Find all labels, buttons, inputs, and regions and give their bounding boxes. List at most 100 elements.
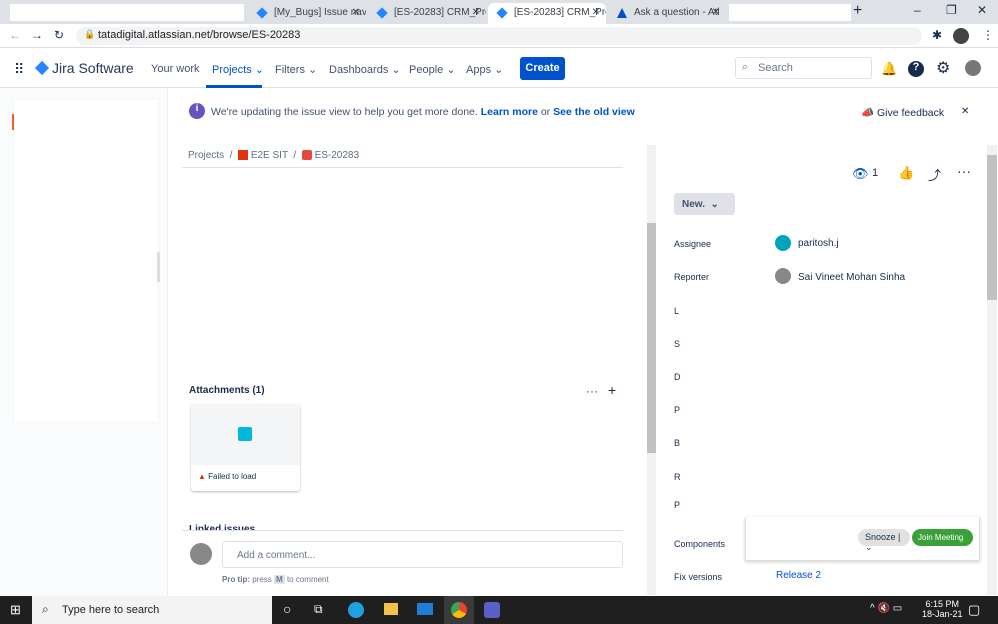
main-scrollbar[interactable]: [647, 145, 656, 595]
tab-ask-question[interactable]: Ask a question - Atl ✕: [608, 3, 726, 24]
create-button[interactable]: Create: [520, 57, 565, 80]
tab-es-20283-active[interactable]: [ES-20283] CRM_Pro ✕: [488, 3, 606, 24]
extensions-icon[interactable]: ✱: [932, 28, 942, 42]
app-switcher-icon[interactable]: ⠿: [14, 61, 24, 78]
add-attachment-icon[interactable]: +: [608, 382, 616, 398]
nav-filters[interactable]: Filters ⌄: [275, 63, 317, 76]
close-window-button[interactable]: ✕: [977, 3, 987, 17]
windows-start-icon[interactable]: ⊞: [10, 602, 21, 618]
breadcrumb: Projects / E2E SIT / ES-20283: [188, 150, 360, 161]
tab-my-bugs[interactable]: [My_Bugs] Issue nav ✕: [248, 3, 366, 24]
comment-input[interactable]: Add a comment...: [222, 541, 623, 568]
edge-icon[interactable]: [348, 602, 364, 618]
menu-icon[interactable]: ⋮: [982, 28, 994, 42]
breadcrumb-project[interactable]: E2E SIT: [251, 150, 288, 161]
sidebar-resize-handle[interactable]: [157, 252, 160, 282]
close-icon[interactable]: ✕: [352, 7, 360, 18]
nav-people[interactable]: People ⌄: [409, 63, 456, 76]
project-icon: [238, 150, 249, 161]
search-input[interactable]: ⌕ Search: [735, 57, 872, 79]
chrome-icon: [451, 602, 467, 618]
avatar[interactable]: [965, 60, 981, 76]
teams-notification-popup: Snooze | ⌄ Join Meeting: [745, 517, 980, 561]
profile-icon[interactable]: [953, 28, 969, 44]
assignee-label: Assignee: [674, 239, 712, 249]
blank-tab[interactable]: [729, 4, 851, 21]
file-icon: [238, 427, 252, 441]
field-label: S: [674, 339, 681, 349]
cortana-icon[interactable]: ○: [283, 601, 291, 617]
breadcrumb-issue[interactable]: ES-20283: [315, 150, 359, 161]
reload-icon[interactable]: ↻: [54, 28, 64, 42]
url-input[interactable]: 🔒 tatadigital.atlassian.net/browse/ES-202…: [76, 27, 922, 45]
more-actions-icon[interactable]: ···: [957, 163, 971, 179]
sidebar-panel: [12, 100, 158, 422]
field-label: B: [674, 438, 681, 448]
warning-icon: ▲: [198, 472, 206, 481]
field-label: R: [674, 472, 681, 482]
close-icon[interactable]: ✕: [592, 7, 600, 18]
tray-icons[interactable]: ^ 🔇 ▭: [870, 603, 902, 614]
megaphone-icon: 📣: [861, 107, 875, 119]
minimize-button[interactable]: –: [914, 3, 921, 17]
fix-version-value[interactable]: Release 2: [776, 570, 821, 581]
nav-projects[interactable]: Projects ⌄: [212, 63, 264, 76]
status-dropdown[interactable]: New. ⌄: [674, 193, 735, 215]
jira-icon: [496, 7, 508, 19]
jira-icon: [376, 7, 388, 19]
old-view-link[interactable]: See the old view: [553, 106, 635, 118]
fix-versions-label: Fix versions: [674, 572, 723, 582]
field-label: L: [674, 306, 680, 316]
close-icon[interactable]: ✕: [712, 7, 720, 18]
new-tab-button[interactable]: +: [853, 2, 862, 20]
snooze-button[interactable]: Snooze | ⌄: [858, 529, 910, 552]
breadcrumb-projects[interactable]: Projects: [188, 150, 224, 161]
search-icon: ⌕: [42, 602, 49, 616]
update-banner: We're updating the issue view to help yo…: [211, 106, 635, 118]
clock[interactable]: 6:15 PM 18-Jan-21: [922, 599, 963, 619]
settings-icon[interactable]: ⚙: [936, 58, 950, 78]
close-banner-icon[interactable]: ✕: [961, 106, 969, 117]
assignee-value[interactable]: paritosh.j: [798, 238, 839, 249]
notifications-icon[interactable]: 🔔: [881, 61, 897, 77]
nav-dashboards[interactable]: Dashboards ⌄: [329, 63, 401, 76]
user-avatar: [190, 543, 212, 565]
watch-icon[interactable]: 👁: [852, 166, 869, 182]
back-icon[interactable]: ←: [9, 28, 21, 42]
task-view-icon[interactable]: ⧉: [314, 602, 323, 617]
like-icon[interactable]: 👍: [898, 165, 914, 181]
reporter-avatar: [775, 268, 791, 284]
share-icon[interactable]: ⤴: [928, 165, 941, 184]
nav-your-work[interactable]: Your work: [151, 63, 200, 75]
components-label: Components: [674, 539, 726, 549]
nav-apps[interactable]: Apps ⌄: [466, 63, 503, 76]
reporter-value[interactable]: Sai Vineet Mohan Sinha: [798, 272, 905, 283]
brand[interactable]: Jira Software: [52, 60, 134, 76]
bug-icon: [301, 150, 312, 161]
taskbar-search-input[interactable]: ⌕ Type here to search: [32, 596, 272, 624]
help-icon[interactable]: ?: [908, 61, 924, 77]
field-label: D: [674, 372, 681, 382]
jira-icon: [256, 7, 268, 19]
close-icon[interactable]: ✕: [472, 7, 480, 18]
field-label: P: [674, 405, 681, 415]
blank-tab[interactable]: [10, 4, 244, 21]
reporter-label: Reporter: [674, 272, 710, 282]
more-icon[interactable]: ···: [586, 384, 598, 398]
chrome-taskbar-button[interactable]: [444, 596, 474, 624]
side-scrollbar[interactable]: [987, 145, 997, 595]
join-meeting-button[interactable]: Join Meeting: [912, 529, 973, 546]
learn-more-link[interactable]: Learn more: [481, 106, 538, 118]
attachment-card[interactable]: ▲ Failed to load: [191, 404, 300, 491]
teams-icon[interactable]: [484, 602, 500, 618]
mail-icon[interactable]: [417, 603, 433, 615]
restore-button[interactable]: ❐: [946, 3, 957, 17]
atlassian-icon: [617, 8, 627, 18]
attachment-error: ▲ Failed to load: [198, 472, 257, 481]
info-icon: i: [189, 103, 205, 119]
forward-icon[interactable]: →: [31, 28, 43, 42]
tab-es-20283[interactable]: [ES-20283] CRM_Pro ✕: [368, 3, 486, 24]
notification-center-icon[interactable]: ▢: [968, 602, 980, 618]
file-explorer-icon[interactable]: [384, 603, 398, 615]
give-feedback-button[interactable]: 📣 Give feedback: [861, 106, 944, 119]
